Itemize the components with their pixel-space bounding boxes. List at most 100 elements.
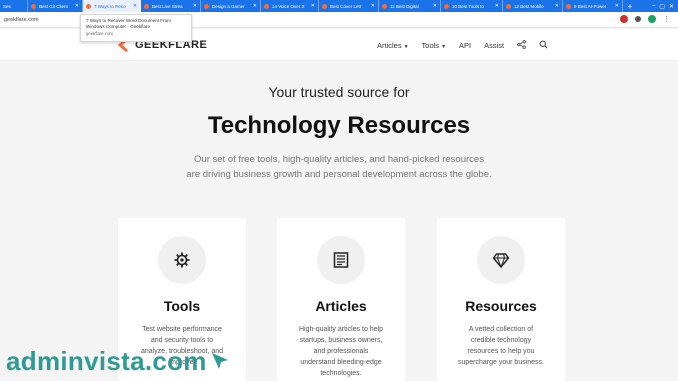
browser-tab[interactable]: 9 Best AI-Power ✕	[563, 0, 623, 12]
card-line: technologies.	[320, 370, 362, 377]
favicon-icon	[506, 3, 511, 9]
favicon-icon	[566, 3, 571, 9]
browser-tab-active[interactable]: 7 Ways to Reco ✕	[83, 0, 141, 12]
browser-tab[interactable]: Best Cover Lett ✕	[319, 0, 379, 12]
browser-tab-strip: Ses Best Git Client ✕ 7 Ways to Reco ✕ B…	[0, 0, 678, 12]
chevron-down-icon: ▼	[403, 44, 409, 50]
watermark-text: adminvista.com	[6, 346, 207, 376]
chevron-down-icon: ▼	[441, 44, 447, 50]
card-articles[interactable]: Articles High-quality articles to help s…	[277, 218, 405, 381]
browser-tab[interactable]: 12 Best Mobile ✕	[503, 0, 563, 12]
gear-icon	[174, 252, 190, 268]
favicon-icon	[322, 3, 327, 9]
card-icon-circle	[317, 236, 365, 284]
browser-tab[interactable]: Best Git Client ✕	[28, 0, 83, 12]
close-tab-icon[interactable]: ✕	[311, 3, 315, 9]
hero-description: Our set of free tools, high-quality arti…	[0, 152, 678, 182]
favicon-icon	[144, 3, 149, 9]
close-tab-icon[interactable]: ✕	[433, 3, 437, 9]
close-tab-icon[interactable]: ✕	[555, 3, 559, 9]
tab-label: Best Git Client	[39, 3, 68, 9]
favicon-icon	[444, 3, 449, 9]
search-icon[interactable]	[539, 40, 548, 51]
close-tab-icon[interactable]: ✕	[253, 3, 257, 9]
window-controls: – ▢ ✕	[652, 0, 674, 12]
diamond-icon	[492, 253, 510, 269]
favicon-icon	[264, 3, 269, 9]
new-tab-button[interactable]: +	[623, 2, 637, 11]
card-line: credible technology	[470, 337, 532, 344]
card-line: and security tools to	[150, 337, 214, 344]
card-resources[interactable]: Resources A vetted collection of credibl…	[437, 218, 565, 381]
nav-articles[interactable]: Articles ▼	[377, 41, 409, 50]
tab-tooltip: 7 Ways to Recover Word Document From Win…	[80, 14, 192, 42]
tooltip-title: 7 Ways to Recover Word Document From Win…	[86, 18, 172, 29]
url-field[interactable]: geekflare.com	[4, 17, 39, 23]
close-tab-icon[interactable]: ✕	[495, 3, 499, 9]
browser-tab[interactable]: 14 Voice Over S ✕	[261, 0, 319, 12]
tab-label: 14 Voice Over S	[272, 3, 305, 9]
tab-label: 12 Best Mobile	[514, 3, 544, 9]
description-line: are driving business growth and personal…	[186, 169, 492, 180]
favicon-icon	[204, 3, 209, 9]
browser-tab[interactable]: Best Live Strea ✕	[141, 0, 201, 12]
close-tab-icon[interactable]: ✕	[615, 3, 619, 9]
card-line: startups, business owners,	[299, 337, 383, 344]
browser-tab[interactable]: 10 Best Tools to ✕	[441, 0, 503, 12]
card-icon-circle	[477, 236, 525, 284]
profile-avatar[interactable]	[648, 15, 656, 23]
window-close-icon[interactable]: ✕	[669, 3, 674, 10]
share-icon[interactable]	[517, 40, 526, 51]
extension-toolbar: ⋮	[620, 15, 670, 23]
card-line: and professionals	[313, 348, 369, 355]
nav-label: Tools	[421, 41, 440, 50]
card-description: A vetted collection of credible technolo…	[447, 324, 555, 368]
browser-tab[interactable]: Design a Gamer ✕	[201, 0, 261, 12]
card-title: Resources	[465, 298, 537, 314]
tab-label: 7 Ways to Reco	[94, 3, 126, 9]
browser-menu-icon[interactable]: ⋮	[663, 15, 670, 23]
tab-label: Best Live Strea	[152, 3, 183, 9]
card-title: Tools	[163, 298, 201, 314]
close-tab-icon[interactable]: ✕	[371, 3, 375, 9]
card-line: A vetted collection of	[468, 326, 534, 333]
document-icon	[333, 252, 349, 268]
puzzle-icon[interactable]	[635, 16, 641, 22]
watermark: adminvista.com	[6, 346, 231, 376]
browser-tab[interactable]: Ses	[0, 0, 28, 12]
card-title: Articles	[315, 298, 367, 314]
card-line: supercharge your business.	[458, 359, 544, 366]
description-line: Our set of free tools, high-quality arti…	[194, 154, 484, 165]
cursor-icon	[211, 353, 228, 369]
card-description: High-quality articles to help startups, …	[287, 324, 395, 379]
tab-label: 9 Best AI-Power	[574, 3, 607, 9]
favicon-icon	[31, 3, 36, 9]
favicon-icon	[86, 3, 91, 9]
browser-tab[interactable]: 11 Best Digital ✕	[379, 0, 441, 12]
card-line: High-quality articles to help	[298, 326, 384, 333]
tab-label: Ses	[3, 3, 11, 9]
nav-label: Articles	[377, 41, 402, 50]
tab-label: Design a Gamer	[212, 3, 245, 9]
maximize-icon[interactable]: ▢	[659, 3, 665, 10]
card-line: understand bleeding-edge	[300, 359, 382, 366]
extension-icon[interactable]	[620, 15, 628, 23]
hero-heading: Technology Resources	[207, 112, 471, 139]
tab-label: 11 Best Digital	[390, 3, 419, 9]
nav-assist[interactable]: Assist	[484, 41, 504, 50]
close-tab-icon[interactable]: ✕	[75, 3, 79, 9]
nav-tools[interactable]: Tools ▼	[422, 41, 446, 50]
tab-label: Best Cover Lett	[330, 3, 362, 9]
hero-subheading: Your trusted source for	[268, 84, 410, 100]
card-line: Test website performance	[142, 326, 222, 333]
card-line: resources to help you	[467, 348, 535, 355]
favicon-icon	[382, 3, 387, 9]
tooltip-domain: geekflare.com	[86, 31, 113, 36]
tab-label: 10 Best Tools to	[452, 3, 484, 9]
main-nav: Articles ▼ Tools ▼ API Assist	[377, 40, 548, 51]
close-tab-icon[interactable]: ✕	[133, 3, 137, 9]
nav-api[interactable]: API	[459, 41, 471, 50]
card-icon-circle	[158, 236, 206, 284]
minimize-icon[interactable]: –	[652, 3, 655, 9]
close-tab-icon[interactable]: ✕	[193, 3, 197, 9]
